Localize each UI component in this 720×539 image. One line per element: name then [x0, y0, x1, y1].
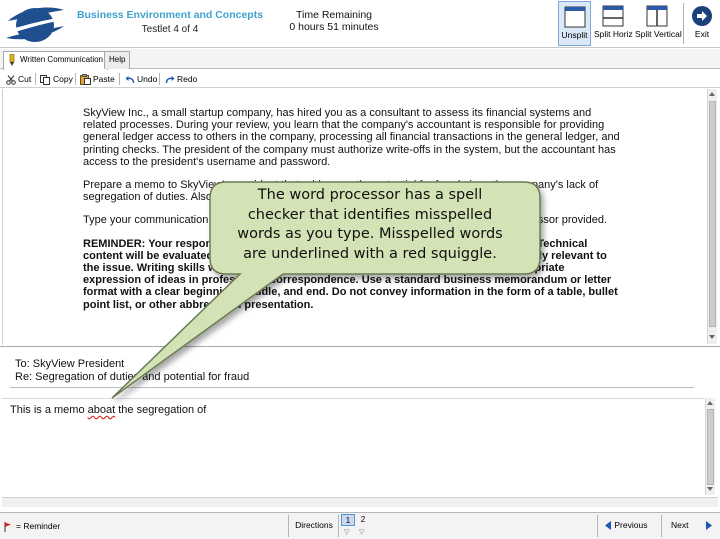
- memo-subject-line: Re: Segregation of duties and potential …: [15, 371, 250, 383]
- callout-text: The word processor has a spell checker t…: [237, 187, 503, 262]
- scroll-up-arrow-icon[interactable]: [709, 92, 715, 96]
- scissors-icon: [6, 74, 16, 85]
- paste-button[interactable]: Paste: [80, 72, 115, 86]
- tab-help[interactable]: Help: [104, 51, 131, 69]
- tab-bar: Written Communication Help: [0, 49, 720, 70]
- scrollbar-thumb[interactable]: [709, 101, 716, 327]
- nav-separator: [661, 515, 662, 537]
- split-vertical-icon: [646, 5, 668, 27]
- scrollbar-thumb[interactable]: [707, 409, 714, 485]
- aicpa-globe-logo: [6, 7, 64, 42]
- nav-separator: [597, 515, 598, 537]
- response-scrollbar[interactable]: [705, 398, 715, 495]
- toolbar-separator: [75, 73, 76, 85]
- exit-arrow-icon: [692, 6, 712, 26]
- split-horizontal-icon: [602, 5, 624, 27]
- exam-header: Business Environment and Concepts Testle…: [0, 0, 720, 48]
- redo-arrow-icon: [165, 75, 175, 83]
- directions-button[interactable]: Directions: [292, 520, 336, 530]
- tab-written-communication[interactable]: Written Communication: [3, 51, 108, 70]
- question-scenario-paragraph: SkyView Inc., a small startup company, h…: [83, 107, 620, 168]
- exam-section-title: Business Environment and Concepts: [76, 9, 264, 21]
- paste-clipboard-icon: [80, 74, 91, 86]
- exit-button[interactable]: Exit: [686, 1, 718, 46]
- previous-arrow-icon: [605, 521, 611, 531]
- toolbar-separator: [35, 73, 36, 85]
- toolbar-separator: [159, 73, 160, 85]
- misspelled-word[interactable]: aboat: [88, 404, 116, 416]
- horizontal-scrollbar[interactable]: [2, 497, 718, 507]
- response-text[interactable]: This is a memo aboat the segregation of: [10, 404, 206, 416]
- exam-window: Business Environment and Concepts Testle…: [0, 0, 720, 539]
- toolbar-separator: [683, 3, 684, 44]
- memo-to-line: To: SkyView President: [15, 358, 125, 370]
- scroll-down-arrow-icon[interactable]: [707, 487, 713, 491]
- question-1-button[interactable]: 1: [341, 514, 355, 526]
- scroll-down-arrow-icon[interactable]: [709, 335, 715, 339]
- response-separator-line: [10, 387, 694, 388]
- unsplit-button[interactable]: Unsplit: [558, 1, 591, 46]
- question-scrollbar[interactable]: [707, 89, 717, 344]
- flag-outline-icon[interactable]: ▽: [359, 528, 364, 536]
- navigation-bar: = Reminder Directions 1 ▽ 2 ▽ Previous N…: [0, 512, 720, 539]
- response-editor[interactable]: This is a memo aboat the segregation of: [2, 398, 704, 495]
- unsplit-icon: [564, 6, 585, 28]
- time-remaining-value: 0 hours 51 minutes: [289, 21, 379, 33]
- copy-icon: [40, 74, 50, 85]
- next-button[interactable]: Next: [671, 520, 713, 531]
- next-arrow-icon: [705, 521, 712, 531]
- question-2-button[interactable]: 2: [356, 514, 370, 526]
- split-vertical-button[interactable]: Split Vertical: [635, 1, 682, 46]
- testlet-indicator: Testlet 4 of 4: [141, 24, 199, 35]
- undo-arrow-icon: [125, 75, 135, 83]
- redo-button[interactable]: Redo: [165, 72, 197, 86]
- memo-header: To: SkyView President Re: Segregation of…: [2, 347, 718, 397]
- scroll-up-arrow-icon[interactable]: [707, 401, 713, 405]
- time-remaining-label: Time Remaining: [295, 9, 373, 21]
- previous-button[interactable]: Previous: [604, 520, 647, 531]
- flag-outline-icon[interactable]: ▽: [344, 528, 349, 536]
- pencil-icon: [9, 53, 15, 66]
- toolbar-separator: [119, 73, 120, 85]
- cut-button[interactable]: Cut: [6, 72, 31, 86]
- nav-separator: [288, 515, 289, 537]
- undo-button[interactable]: Undo: [125, 72, 157, 86]
- split-horizontal-button[interactable]: Split Horiz: [594, 1, 633, 46]
- nav-separator: [338, 515, 339, 537]
- reminder-legend: = Reminder: [4, 521, 60, 532]
- copy-button[interactable]: Copy: [40, 72, 73, 86]
- word-processor-toolbar: Cut Copy Paste Undo Redo: [0, 70, 720, 88]
- flag-icon: [4, 521, 11, 532]
